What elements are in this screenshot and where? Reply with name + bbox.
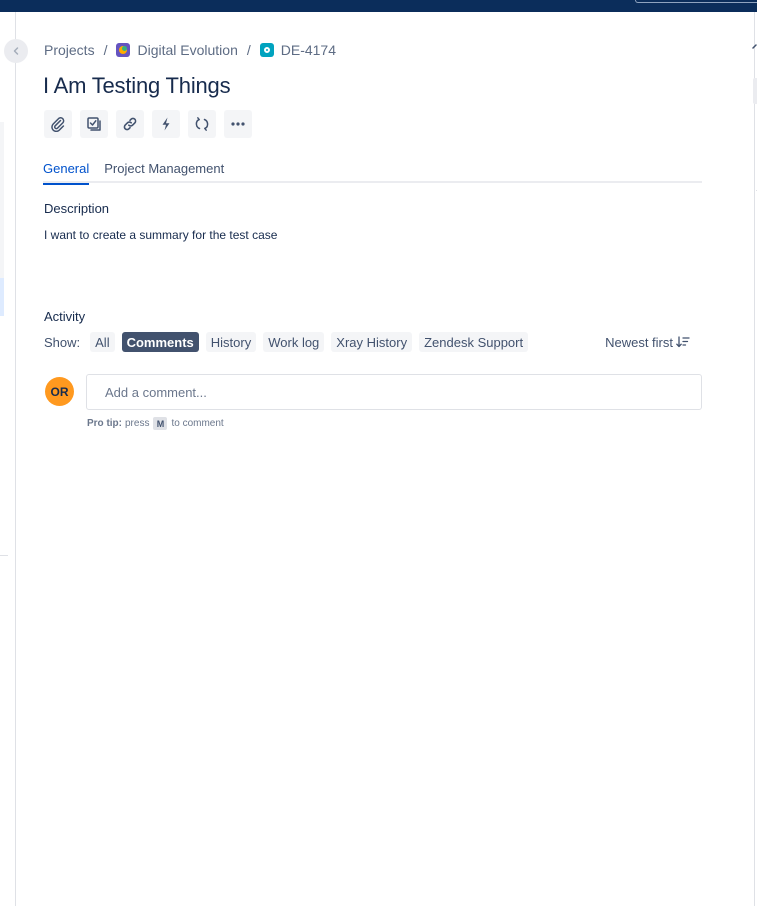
keyboard-shortcut-key: M [153,417,168,430]
link-icon [123,117,137,131]
filter-all-button[interactable]: All [90,332,115,352]
pro-tip-label: Pro tip: [87,418,122,429]
sort-descending-icon [676,336,690,348]
issue-type-icon [259,43,274,57]
issue-title[interactable]: I Am Testing Things [43,73,231,99]
breadcrumb-projects-link[interactable]: Projects [44,42,95,58]
user-avatar[interactable]: OR [45,377,74,406]
description-heading: Description [44,201,110,216]
add-child-issue-button[interactable] [80,110,108,138]
breadcrumb-project-link[interactable]: Digital Evolution [137,42,237,58]
left-sidebar-collapsed [0,12,16,906]
breadcrumb: Projects / Digital Evolution / DE-4174 [44,41,336,59]
sync-icon [195,117,209,131]
lightning-icon [162,117,170,131]
right-panel-button[interactable] [753,78,757,104]
chevron-left-icon [13,47,19,55]
attach-button[interactable] [44,110,72,138]
automation-button[interactable] [152,110,180,138]
sort-order-label: Newest first [605,334,673,350]
filter-history-button[interactable]: History [205,332,257,352]
filter-comments-button[interactable]: Comments [121,332,199,352]
sidebar-section [0,122,4,282]
filter-xray-history-button[interactable]: Xray History [331,332,413,352]
checklist-icon [87,117,101,131]
more-actions-button[interactable] [224,110,252,138]
pro-tip-press: press [125,418,150,429]
top-navigation-bar [0,0,757,12]
filter-work-log-button[interactable]: Work log [263,332,325,352]
sort-order-button[interactable]: Newest first [605,335,690,350]
global-search-box[interactable] [635,0,757,3]
breadcrumb-issue-key-link[interactable]: DE-4174 [281,42,336,58]
sidebar-selected-item[interactable] [0,278,4,316]
description-text[interactable]: I want to create a summary for the test … [44,228,277,242]
breadcrumb-separator: / [103,42,108,58]
activity-filter-bar: Show: All Comments History Work log Xray… [44,331,702,353]
project-avatar-icon [116,43,131,57]
issue-action-toolbar [44,110,252,138]
add-comment-input[interactable] [86,374,702,410]
show-label: Show: [44,334,81,350]
paperclip-icon [51,117,65,132]
sidebar-expand-button[interactable] [4,39,28,63]
more-icon [231,122,245,126]
activity-heading: Activity [44,309,86,324]
sync-button[interactable] [188,110,216,138]
filter-zendesk-support-button[interactable]: Zendesk Support [419,332,529,352]
issue-tabs: General Project Management [43,158,702,185]
sidebar-divider [0,555,8,556]
arrow-icon[interactable] [752,44,757,54]
link-issue-button[interactable] [116,110,144,138]
breadcrumb-separator: / [246,42,251,58]
pro-tip: Pro tip: press M to comment [87,417,224,430]
tab-project-management[interactable]: Project Management [104,158,224,183]
pro-tip-rest: to comment [171,418,224,429]
tab-general[interactable]: General [43,158,90,185]
